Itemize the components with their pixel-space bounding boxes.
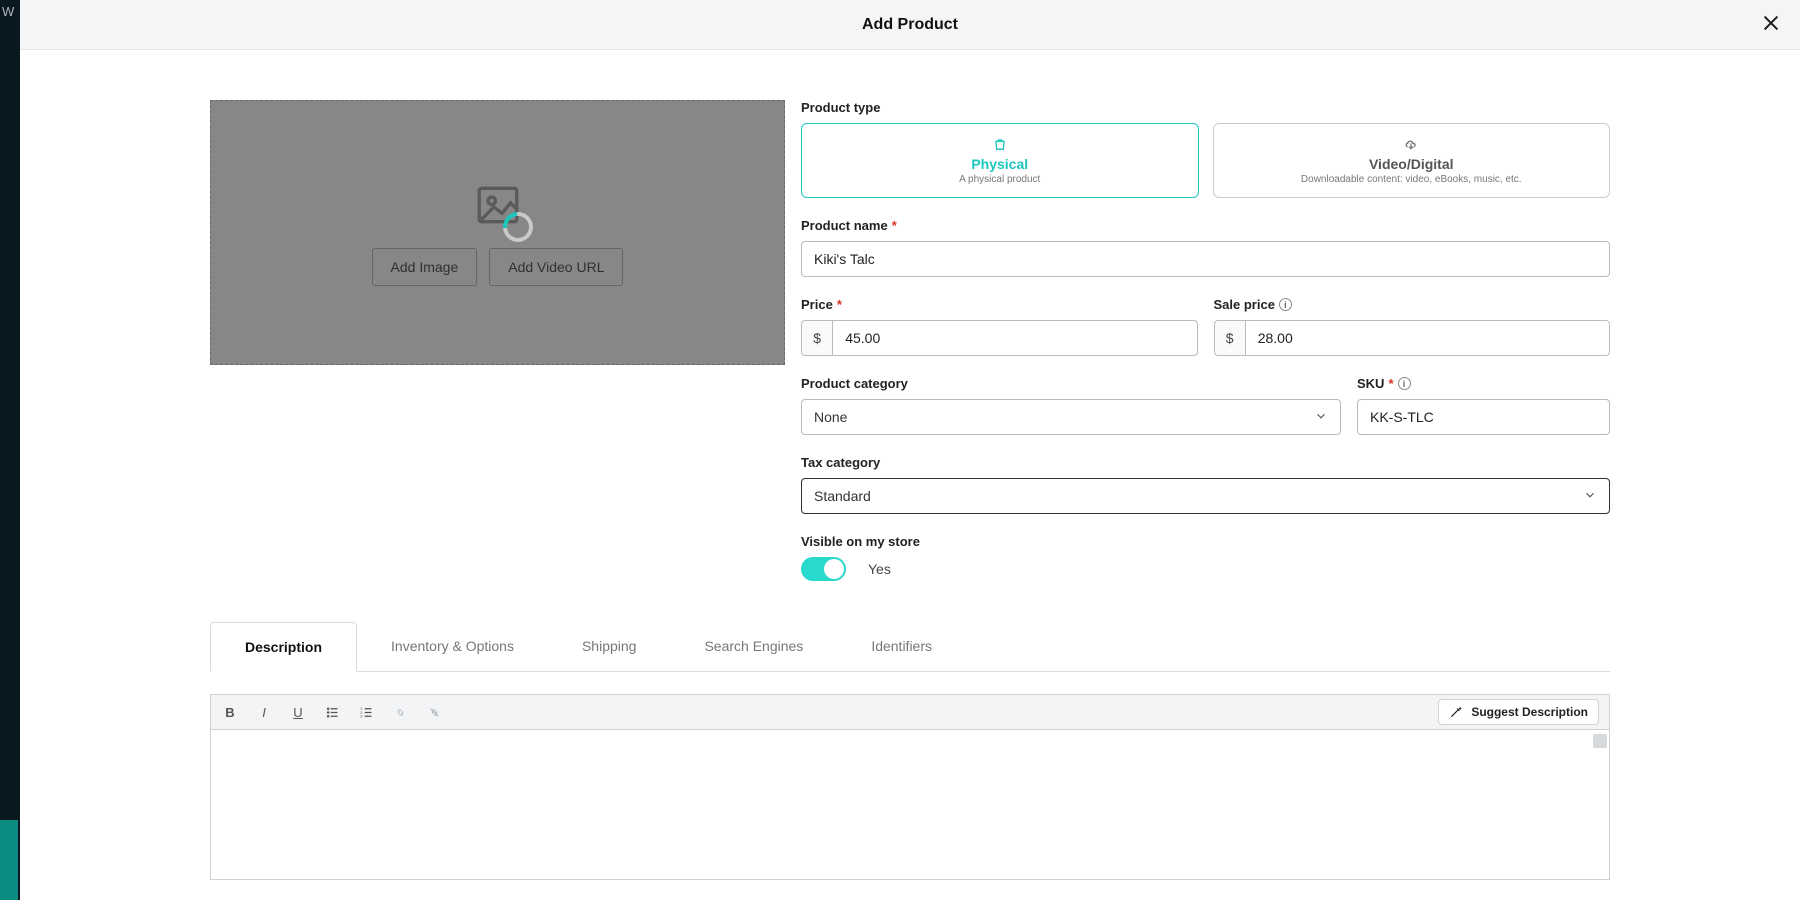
product-name-label: Product name * [801,218,1610,233]
svg-text:3: 3 [360,714,362,718]
upload-button-row: Add Image Add Video URL [372,248,624,286]
product-type-physical-card[interactable]: Physical A physical product [801,123,1199,198]
product-type-label: Product type [801,100,1610,115]
image-placeholder-icon [473,180,523,230]
image-upload-area[interactable]: Add Image Add Video URL [210,100,785,365]
product-name-field: Product name * [801,218,1610,277]
close-button[interactable] [1756,8,1786,38]
visible-field: Visible on my store Yes [801,534,1610,581]
modal-title: Add Product [862,16,958,34]
content-wrap: Add Image Add Video URL Product type [210,50,1610,880]
description-editor[interactable] [210,730,1610,880]
required-mark: * [1388,376,1393,391]
chevron-down-icon [1314,409,1328,426]
product-type-physical-title: Physical [971,156,1028,172]
currency-symbol: $ [1214,320,1245,356]
editor-toolbar: B I U 123 [210,694,1610,730]
visible-toggle[interactable] [801,557,846,581]
sku-field: SKU * i [1357,376,1610,435]
sku-input[interactable] [1357,399,1610,435]
price-input[interactable] [832,320,1197,356]
cloud-download-icon [1403,136,1419,152]
product-type-digital-title: Video/Digital [1369,156,1454,172]
tab-description[interactable]: Description [210,622,357,672]
add-product-modal: Add Product Add Image [20,0,1800,900]
sale-price-label-text: Sale price [1214,297,1275,312]
product-name-label-text: Product name [801,218,888,233]
tax-category-field: Tax category Standard [801,455,1610,514]
modal-body: Add Image Add Video URL Product type [20,50,1800,900]
currency-symbol: $ [801,320,832,356]
scroll-thumb[interactable] [1593,734,1607,748]
unlink-button[interactable] [425,703,443,721]
visible-value-text: Yes [868,561,891,577]
product-type-digital-sub: Downloadable content: video, eBooks, mus… [1301,174,1522,185]
required-mark: * [837,297,842,312]
visible-label: Visible on my store [801,534,1610,549]
product-type-physical-sub: A physical product [959,174,1040,185]
toggle-knob [824,559,844,579]
tax-category-label: Tax category [801,455,1610,470]
product-category-label: Product category [801,376,1341,391]
bold-button[interactable]: B [221,703,239,721]
sale-price-label: Sale price i [1214,297,1611,312]
info-icon[interactable]: i [1398,377,1411,390]
price-row: Price * $ Sale price i [801,297,1610,356]
numbered-list-button[interactable]: 123 [357,703,375,721]
tab-search-engines[interactable]: Search Engines [670,622,837,672]
info-icon[interactable]: i [1279,298,1292,311]
tab-identifiers[interactable]: Identifiers [837,622,966,672]
bag-icon [992,136,1008,152]
sale-price-field: Sale price i $ [1214,297,1611,356]
price-label: Price * [801,297,1198,312]
modal-header: Add Product [20,0,1800,50]
product-type-field: Product type Physical A physical product [801,100,1610,198]
suggest-description-button[interactable]: Suggest Description [1438,699,1599,725]
link-button[interactable] [391,703,409,721]
product-name-input[interactable] [801,241,1610,277]
category-row: Product category None SKU * [801,376,1610,435]
add-video-url-button[interactable]: Add Video URL [489,248,623,286]
background-dark-strip [0,0,20,900]
price-field: Price * $ [801,297,1198,356]
product-tabs: Description Inventory & Options Shipping… [210,621,1610,672]
suggest-description-label: Suggest Description [1471,705,1588,719]
underline-button[interactable]: U [289,703,307,721]
magic-wand-icon [1449,705,1463,719]
close-icon [1760,12,1782,34]
price-label-text: Price [801,297,833,312]
top-row: Add Image Add Video URL Product type [210,100,1610,581]
italic-button[interactable]: I [255,703,273,721]
tab-inventory-options[interactable]: Inventory & Options [357,622,548,672]
sku-label: SKU * i [1357,376,1610,391]
tab-shipping[interactable]: Shipping [548,622,671,672]
bullet-list-button[interactable] [323,703,341,721]
background-left-letter: W [2,4,14,19]
tax-category-value: Standard [814,488,871,504]
add-image-button[interactable]: Add Image [372,248,478,286]
sku-label-text: SKU [1357,376,1384,391]
tax-category-select[interactable]: Standard [801,478,1610,514]
product-category-select[interactable]: None [801,399,1341,435]
background-accent [0,820,18,900]
chevron-down-icon [1583,488,1597,505]
form-column: Product type Physical A physical product [801,100,1610,581]
product-type-digital-card[interactable]: Video/Digital Downloadable content: vide… [1213,123,1611,198]
required-mark: * [892,218,897,233]
product-category-value: None [814,409,847,425]
sale-price-input[interactable] [1245,320,1610,356]
product-category-field: Product category None [801,376,1341,435]
